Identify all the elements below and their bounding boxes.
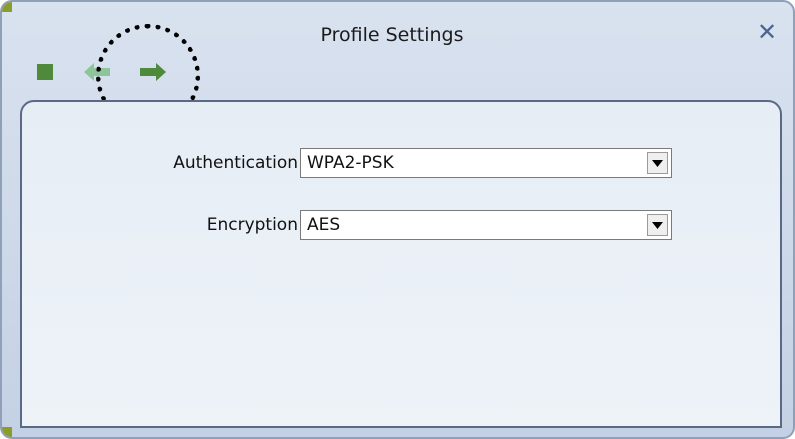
authentication-label: Authentication (173, 153, 298, 173)
encryption-value: AES (307, 215, 341, 235)
authentication-row: Authentication WPA2-PSK (22, 148, 780, 178)
profile-settings-dialog: Profile Settings ✕ Authentication WPA2-P… (0, 0, 795, 439)
window-corner-accent (2, 2, 12, 12)
chevron-down-icon[interactable] (647, 152, 668, 174)
encryption-select[interactable]: AES (300, 210, 672, 240)
stop-icon[interactable] (34, 60, 60, 84)
settings-panel: Authentication WPA2-PSK Encryption AES (20, 100, 782, 428)
close-icon[interactable]: ✕ (755, 20, 779, 44)
encryption-label: Encryption (206, 215, 298, 235)
authentication-select[interactable]: WPA2-PSK (300, 148, 672, 178)
authentication-value: WPA2-PSK (307, 153, 394, 173)
chevron-down-icon[interactable] (647, 214, 668, 236)
window-corner-accent (2, 427, 12, 437)
encryption-row: Encryption AES (22, 210, 780, 240)
